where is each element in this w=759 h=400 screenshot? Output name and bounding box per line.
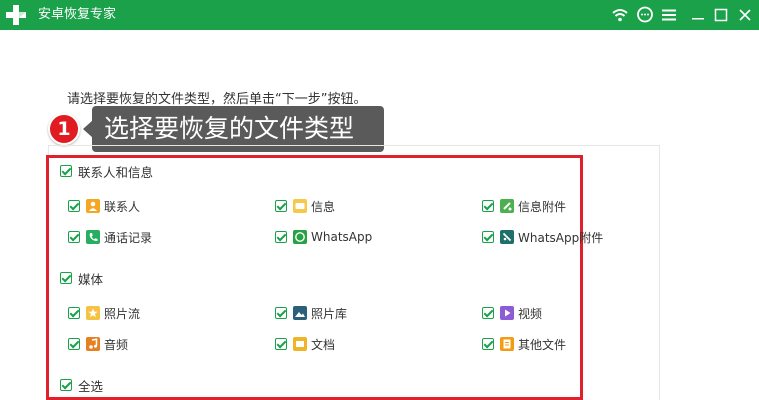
file-type-messages[interactable]: 信息 bbox=[275, 198, 335, 214]
checkbox[interactable] bbox=[275, 338, 287, 350]
feedback-icon[interactable] bbox=[636, 6, 654, 24]
file-type-label: 视频 bbox=[518, 306, 543, 321]
minimize-icon[interactable] bbox=[689, 6, 707, 24]
section-contacts-messages[interactable]: 联系人和信息 bbox=[60, 163, 154, 180]
step-number-badge: 1 bbox=[48, 113, 80, 145]
checkbox[interactable] bbox=[482, 200, 494, 212]
file-type-label: WhatsApp附件 bbox=[518, 230, 604, 245]
select-all-label: 全选 bbox=[78, 378, 104, 394]
file-type-audio[interactable]: 音频 bbox=[68, 336, 128, 352]
file-type-label: 信息 bbox=[311, 199, 336, 214]
message-icon bbox=[293, 199, 307, 213]
other-files-icon bbox=[500, 337, 514, 351]
wifi-icon[interactable] bbox=[611, 6, 629, 24]
highlight-frame bbox=[46, 155, 583, 400]
checkbox[interactable] bbox=[482, 338, 494, 350]
file-type-whatsapp[interactable]: WhatsApp bbox=[275, 229, 372, 245]
maximize-icon[interactable] bbox=[712, 6, 730, 24]
file-type-label: 其他文件 bbox=[518, 337, 567, 352]
file-type-label: 照片库 bbox=[311, 306, 348, 321]
title-bar: 安卓恢复专家 bbox=[0, 0, 759, 30]
checkbox[interactable] bbox=[68, 231, 80, 243]
file-type-other-files[interactable]: 其他文件 bbox=[482, 336, 566, 352]
section-media[interactable]: 媒体 bbox=[60, 270, 104, 287]
file-type-whatsapp-attachments[interactable]: WhatsApp附件 bbox=[482, 229, 603, 245]
file-type-label: 照片流 bbox=[104, 306, 141, 321]
select-all-checkbox[interactable]: 全选 bbox=[60, 377, 104, 394]
file-type-documents[interactable]: 文档 bbox=[275, 336, 335, 352]
file-type-call-history[interactable]: 通话记录 bbox=[68, 229, 152, 245]
file-type-label: 音频 bbox=[104, 337, 129, 352]
file-type-label: 联系人 bbox=[104, 199, 141, 214]
contact-icon bbox=[86, 199, 100, 213]
checkbox[interactable] bbox=[275, 231, 287, 243]
file-type-label: 通话记录 bbox=[104, 230, 153, 245]
checkbox[interactable] bbox=[275, 307, 287, 319]
section-checkbox[interactable] bbox=[60, 165, 72, 177]
attachment-icon bbox=[500, 199, 514, 213]
file-type-contacts[interactable]: 联系人 bbox=[68, 198, 140, 214]
close-icon[interactable] bbox=[736, 6, 754, 24]
app-title: 安卓恢复专家 bbox=[38, 7, 117, 22]
section-label: 联系人和信息 bbox=[78, 164, 154, 180]
checkbox[interactable] bbox=[68, 338, 80, 350]
document-icon bbox=[293, 337, 307, 351]
audio-icon bbox=[86, 337, 100, 351]
file-type-photo-library[interactable]: 照片库 bbox=[275, 305, 347, 321]
app-logo-icon bbox=[6, 5, 26, 25]
file-type-label: 文档 bbox=[311, 337, 336, 352]
checkbox[interactable] bbox=[68, 307, 80, 319]
file-type-photo-stream[interactable]: 照片流 bbox=[68, 305, 140, 321]
section-label: 媒体 bbox=[78, 271, 104, 287]
section-checkbox[interactable] bbox=[60, 272, 72, 284]
photo-stream-icon bbox=[86, 306, 100, 320]
whatsapp-icon bbox=[293, 230, 307, 244]
menu-icon[interactable] bbox=[660, 6, 678, 24]
phone-icon bbox=[86, 230, 100, 244]
photo-library-icon bbox=[293, 306, 307, 320]
whatsapp-attachment-icon bbox=[500, 230, 514, 244]
file-type-message-attachments[interactable]: 信息附件 bbox=[482, 198, 566, 214]
checkbox[interactable] bbox=[275, 200, 287, 212]
checkbox[interactable] bbox=[482, 307, 494, 319]
file-type-label: WhatsApp bbox=[311, 230, 373, 244]
file-type-video[interactable]: 视频 bbox=[482, 305, 542, 321]
checkbox[interactable] bbox=[482, 231, 494, 243]
video-icon bbox=[500, 306, 514, 320]
checkbox[interactable] bbox=[60, 379, 72, 391]
checkbox[interactable] bbox=[68, 200, 80, 212]
file-type-label: 信息附件 bbox=[518, 199, 567, 214]
